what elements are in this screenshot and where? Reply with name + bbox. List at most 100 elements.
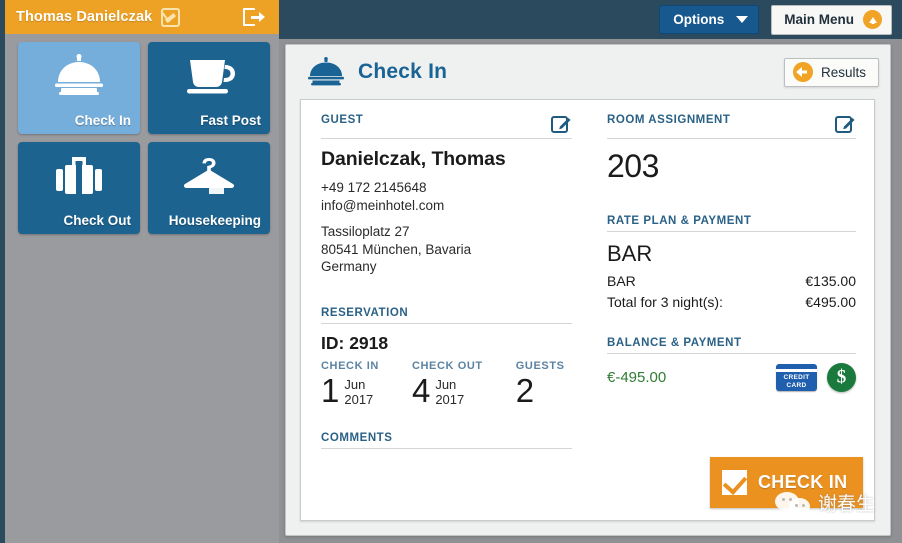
room-assignment-section-title: ROOM ASSIGNMENT bbox=[607, 114, 731, 126]
cash-dollar-icon[interactable]: $ bbox=[827, 363, 856, 392]
edit-pencil-icon[interactable] bbox=[551, 114, 572, 134]
no-signal-icon bbox=[161, 7, 181, 27]
user-bar: Thomas Danielczak bbox=[5, 0, 279, 34]
balance-section-header: BALANCE & PAYMENT bbox=[607, 337, 856, 353]
page-title: Check In bbox=[358, 60, 448, 83]
guests-label: GUESTS bbox=[515, 359, 565, 372]
sidebar-item-label: Check In bbox=[74, 113, 131, 128]
rate-line-amount: €135.00 bbox=[805, 273, 856, 289]
balance-row: €-495.00 CREDIT CARD $ bbox=[607, 363, 856, 392]
guests-count: 2 bbox=[515, 371, 535, 409]
rate-line-label: BAR bbox=[607, 273, 636, 289]
reservation-section-title: RESERVATION bbox=[321, 306, 409, 319]
check-out-month: Jun bbox=[435, 376, 457, 392]
room-number: 203 bbox=[607, 148, 659, 184]
balance-divider bbox=[607, 353, 856, 354]
check-out-day: 4 bbox=[411, 371, 431, 409]
check-in-year: 2017 bbox=[344, 391, 374, 407]
back-arrow-circle-icon bbox=[792, 62, 813, 82]
logged-in-user-name: Thomas Danielczak bbox=[16, 9, 153, 25]
rate-plan-name: BAR bbox=[607, 241, 653, 266]
credit-card-label-line-1: CREDIT bbox=[783, 374, 810, 381]
back-arrow-stem bbox=[800, 70, 807, 74]
rate-plan-section-title: RATE PLAN & PAYMENT bbox=[607, 215, 752, 227]
checkbox-checked-icon bbox=[722, 470, 747, 495]
reservation-dates-grid: CHECK IN 1 Jun 2017 CHECK OUT 4 Jun 2017… bbox=[321, 360, 572, 408]
rate-total-amount: €495.00 bbox=[805, 294, 856, 310]
check-in-month: Jun bbox=[344, 376, 366, 392]
sidebar-item-label: Fast Post bbox=[200, 113, 261, 128]
cash-dollar-symbol: $ bbox=[836, 366, 847, 388]
sidebar-tile-grid: Check In Fast Post Check Out Housekeepin… bbox=[5, 34, 279, 234]
check-in-button-label: CHECK IN bbox=[758, 472, 848, 492]
sidebar-item-fast-post[interactable]: Fast Post bbox=[148, 42, 270, 134]
credit-card-icon[interactable]: CREDIT CARD bbox=[776, 364, 817, 391]
chevron-down-icon bbox=[736, 16, 749, 23]
sidebar-item-housekeeping[interactable]: Housekeeping bbox=[148, 142, 270, 234]
logout-arrow-head bbox=[259, 12, 265, 22]
check-out-value: 4 Jun 2017 bbox=[411, 371, 483, 409]
guest-address-line-1: Tassiloplatz 27 bbox=[321, 224, 410, 239]
guest-phone: +49 172 2145648 bbox=[321, 180, 427, 195]
check-in-value: 1 Jun 2017 bbox=[321, 371, 379, 409]
results-button-label: Results bbox=[820, 64, 866, 80]
reservation-section-divider bbox=[321, 322, 572, 324]
comments-section-title: COMMENTS bbox=[321, 431, 393, 444]
options-button[interactable]: Options bbox=[659, 5, 760, 34]
credit-card-stripe bbox=[776, 369, 817, 372]
top-navigation-bar: Options Main Menu bbox=[279, 0, 902, 39]
guest-section-title: GUEST bbox=[321, 114, 364, 126]
rate-plan-divider bbox=[607, 231, 856, 232]
reservation-section-header: RESERVATION bbox=[321, 307, 572, 323]
comments-section-header: COMMENTS bbox=[321, 432, 572, 448]
hanger-icon bbox=[180, 154, 238, 198]
rate-line-item: BAR €135.00 bbox=[607, 271, 856, 292]
guest-section-divider bbox=[321, 138, 572, 139]
rate-plan-section-header: RATE PLAN & PAYMENT bbox=[607, 215, 856, 231]
sidebar-item-check-out[interactable]: Check Out bbox=[18, 142, 140, 234]
guest-section-header: GUEST bbox=[321, 114, 572, 138]
check-in-month-year: Jun 2017 bbox=[344, 374, 373, 407]
credit-card-label-line-2: CARD bbox=[786, 381, 807, 389]
balance-section-title: BALANCE & PAYMENT bbox=[607, 337, 742, 349]
rate-total-label: Total for 3 night(s): bbox=[607, 294, 723, 310]
sidebar: Check In Fast Post Check Out Housekeepin… bbox=[5, 34, 279, 543]
comments-section-divider bbox=[321, 447, 572, 449]
check-out-label: CHECK OUT bbox=[411, 359, 483, 372]
results-button[interactable]: Results bbox=[783, 57, 879, 87]
logout-icon[interactable] bbox=[243, 8, 265, 26]
check-out-date-block: CHECK OUT 4 Jun 2017 bbox=[412, 360, 483, 408]
check-in-date-block: CHECK IN 1 Jun 2017 bbox=[321, 360, 379, 408]
coffee-cup-icon bbox=[180, 54, 238, 98]
service-bell-icon bbox=[306, 57, 346, 87]
payment-method-icons: CREDIT CARD $ bbox=[776, 363, 856, 392]
sidebar-item-check-in[interactable]: Check In bbox=[18, 42, 140, 134]
edit-pencil-icon[interactable] bbox=[835, 114, 856, 134]
main-menu-button[interactable]: Main Menu bbox=[771, 4, 892, 35]
room-assignment-section-header: ROOM ASSIGNMENT bbox=[607, 114, 856, 138]
credit-card-label: CREDIT CARD bbox=[776, 374, 817, 389]
check-in-button[interactable]: CHECK IN bbox=[710, 457, 863, 508]
guests-value: 2 bbox=[515, 371, 565, 409]
app-window: Thomas Danielczak Options Main Menu Chec… bbox=[0, 0, 902, 543]
content-header: Check In Results bbox=[286, 45, 890, 99]
guest-address-line-3: Germany bbox=[321, 259, 377, 274]
check-out-month-year: Jun 2017 bbox=[435, 374, 464, 407]
check-in-day: 1 bbox=[321, 371, 340, 409]
guest-spacer bbox=[321, 214, 572, 223]
card-left-column: GUEST Danielczak, Thomas +49 172 2145648… bbox=[301, 100, 590, 520]
balance-amount: €-495.00 bbox=[607, 369, 667, 386]
suitcase-icon bbox=[50, 154, 108, 198]
up-arrow-circle-icon bbox=[863, 10, 882, 29]
sidebar-item-label: Check Out bbox=[63, 213, 131, 228]
guest-name: Danielczak, Thomas bbox=[321, 148, 506, 170]
guests-block: GUESTS 2 bbox=[516, 360, 565, 408]
sidebar-item-label: Housekeeping bbox=[168, 213, 261, 228]
check-out-year: 2017 bbox=[435, 391, 465, 407]
rate-total-row: Total for 3 night(s): €495.00 bbox=[607, 292, 856, 313]
guest-email: info@meinhotel.com bbox=[321, 197, 445, 213]
